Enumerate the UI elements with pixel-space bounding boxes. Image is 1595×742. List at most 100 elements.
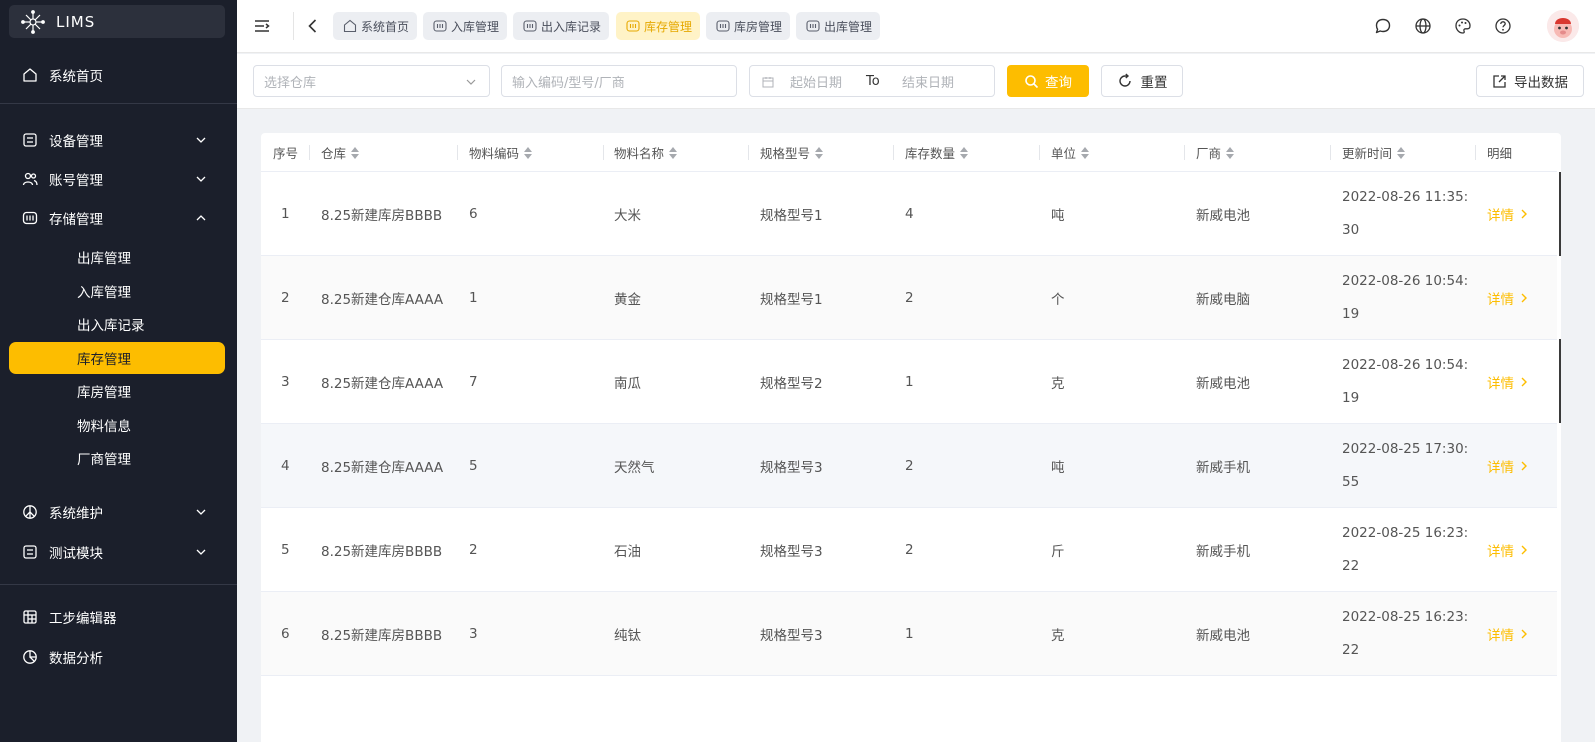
storage-icon	[626, 20, 640, 32]
reset-button[interactable]: 重置	[1101, 65, 1183, 97]
chevron-right-icon	[1521, 629, 1527, 639]
detail-link[interactable]: 详情	[1487, 592, 1528, 676]
sort-icon[interactable]	[960, 146, 969, 159]
cell-unit: 吨	[1051, 208, 1065, 224]
sidebar-subitem-warehouse[interactable]: 库房管理	[9, 375, 225, 407]
tab-inventory[interactable]: 库存管理	[616, 12, 700, 40]
detail-link[interactable]: 详情	[1487, 172, 1528, 256]
back-arrow-icon[interactable]	[304, 17, 322, 35]
chevron-down-icon	[196, 176, 206, 182]
detail-link[interactable]: 详情	[1487, 424, 1528, 508]
sidebar-subitem-inventory[interactable]: 库存管理	[9, 342, 225, 374]
palette-icon[interactable]	[1454, 17, 1472, 35]
column-header-warehouse[interactable]: 仓库	[321, 133, 360, 172]
sidebar-item-device[interactable]: 设备管理	[9, 124, 225, 156]
detail-link[interactable]: 详情	[1487, 508, 1528, 592]
cell-vendor: 新威电池	[1196, 628, 1250, 644]
sidebar-item-label: 系统首页	[49, 69, 103, 85]
globe-icon[interactable]	[1414, 17, 1432, 35]
cell-quantity: 1	[905, 626, 914, 642]
storage-icon	[433, 20, 447, 32]
cell-quantity: 4	[905, 206, 914, 222]
end-date-input[interactable]: 结束日期	[902, 72, 954, 91]
column-divider	[603, 145, 604, 160]
sidebar-subitem-records[interactable]: 出入库记录	[9, 308, 225, 340]
column-divider	[1330, 145, 1331, 160]
warehouse-select[interactable]: 选择仓库	[253, 65, 490, 97]
sidebar-item-data-analysis[interactable]: 数据分析	[9, 641, 225, 673]
cell-quantity: 1	[905, 374, 914, 390]
cell-code: 3	[469, 626, 478, 642]
cell-code: 6	[469, 206, 478, 222]
search-input-placeholder: 输入编码/型号/厂商	[512, 75, 625, 91]
table-row: 2 8.25新建仓库AAAA 1 黄金 规格型号1 2 个 新威电脑 2022-…	[261, 256, 1557, 340]
column-header-updated[interactable]: 更新时间	[1342, 133, 1406, 172]
cell-vendor: 新威电脑	[1196, 292, 1250, 308]
chevron-right-icon	[1521, 377, 1527, 387]
sidebar-item-maintenance[interactable]: 系统维护	[9, 496, 225, 528]
cell-unit: 斤	[1051, 544, 1065, 560]
cell-warehouse: 8.25新建仓库AAAA	[321, 292, 444, 308]
sidebar-subitem-inbound[interactable]: 入库管理	[9, 275, 225, 307]
cell-vendor: 新威电池	[1196, 208, 1250, 224]
column-header-code[interactable]: 物料编码	[469, 133, 533, 172]
chevron-up-icon	[196, 215, 206, 221]
sort-icon[interactable]	[815, 146, 824, 159]
search-input[interactable]: 输入编码/型号/厂商	[501, 65, 737, 97]
sidebar-subitem-outbound[interactable]: 出库管理	[9, 241, 225, 273]
chevron-down-icon	[466, 79, 476, 85]
column-header-unit[interactable]: 单位	[1051, 133, 1090, 172]
sort-icon[interactable]	[524, 146, 533, 159]
column-header-spec[interactable]: 规格型号	[760, 133, 824, 172]
storage-icon	[716, 20, 730, 32]
date-range-separator: To	[866, 73, 880, 89]
sidebar-item-test[interactable]: 测试模块	[9, 536, 225, 568]
sort-icon[interactable]	[669, 146, 678, 159]
grid-icon	[23, 610, 37, 624]
column-divider	[893, 145, 894, 160]
date-range-picker[interactable]: 起始日期 To 结束日期	[749, 65, 995, 97]
tab-records[interactable]: 出入库记录	[513, 12, 609, 40]
export-button[interactable]: 导出数据	[1476, 65, 1584, 97]
logo[interactable]: LIMS	[9, 5, 225, 38]
cell-vendor: 新威手机	[1196, 460, 1250, 476]
tab-label: 库存管理	[644, 19, 693, 34]
sort-icon[interactable]	[1226, 146, 1235, 159]
sort-icon[interactable]	[351, 146, 360, 159]
sort-icon[interactable]	[1081, 146, 1090, 159]
tab-warehouse[interactable]: 库房管理	[706, 12, 790, 40]
avatar[interactable]	[1547, 10, 1579, 42]
query-button[interactable]: 查询	[1007, 65, 1089, 97]
column-header-name[interactable]: 物料名称	[614, 133, 678, 172]
tab-outbound[interactable]: 出库管理	[796, 12, 880, 40]
sidebar-subitem-material[interactable]: 物料信息	[9, 409, 225, 441]
sidebar-divider	[0, 584, 237, 585]
menu-fold-icon[interactable]	[253, 17, 271, 35]
message-icon[interactable]	[1374, 17, 1392, 35]
table-scroll-edge	[1559, 339, 1561, 423]
chevron-right-icon	[1521, 461, 1527, 471]
detail-link[interactable]: 详情	[1487, 340, 1528, 424]
cell-index: 3	[281, 374, 290, 390]
column-header-quantity[interactable]: 库存数量	[905, 133, 969, 172]
home-icon	[343, 19, 357, 33]
tab-inbound[interactable]: 入库管理	[423, 12, 507, 40]
cell-name: 大米	[614, 208, 641, 224]
sidebar-item-step-editor[interactable]: 工步编辑器	[9, 601, 225, 633]
storage-icon	[806, 20, 820, 32]
start-date-input[interactable]: 起始日期	[790, 72, 842, 91]
chart-icon	[23, 650, 37, 664]
sidebar-item-storage[interactable]: 存储管理	[9, 202, 225, 234]
storage-icon	[22, 211, 38, 225]
export-icon	[1493, 74, 1506, 88]
detail-link[interactable]: 详情	[1487, 256, 1528, 340]
column-header-vendor[interactable]: 厂商	[1196, 133, 1235, 172]
help-icon[interactable]	[1494, 17, 1512, 35]
sidebar-item-home[interactable]: 系统首页	[9, 59, 225, 91]
cell-code: 2	[469, 542, 478, 558]
sidebar-item-account[interactable]: 账号管理	[9, 163, 225, 195]
tab-home[interactable]: 系统首页	[333, 12, 417, 40]
sort-icon[interactable]	[1397, 146, 1406, 159]
sidebar-subitem-vendor[interactable]: 厂商管理	[9, 442, 225, 474]
cell-quantity: 2	[905, 458, 914, 474]
